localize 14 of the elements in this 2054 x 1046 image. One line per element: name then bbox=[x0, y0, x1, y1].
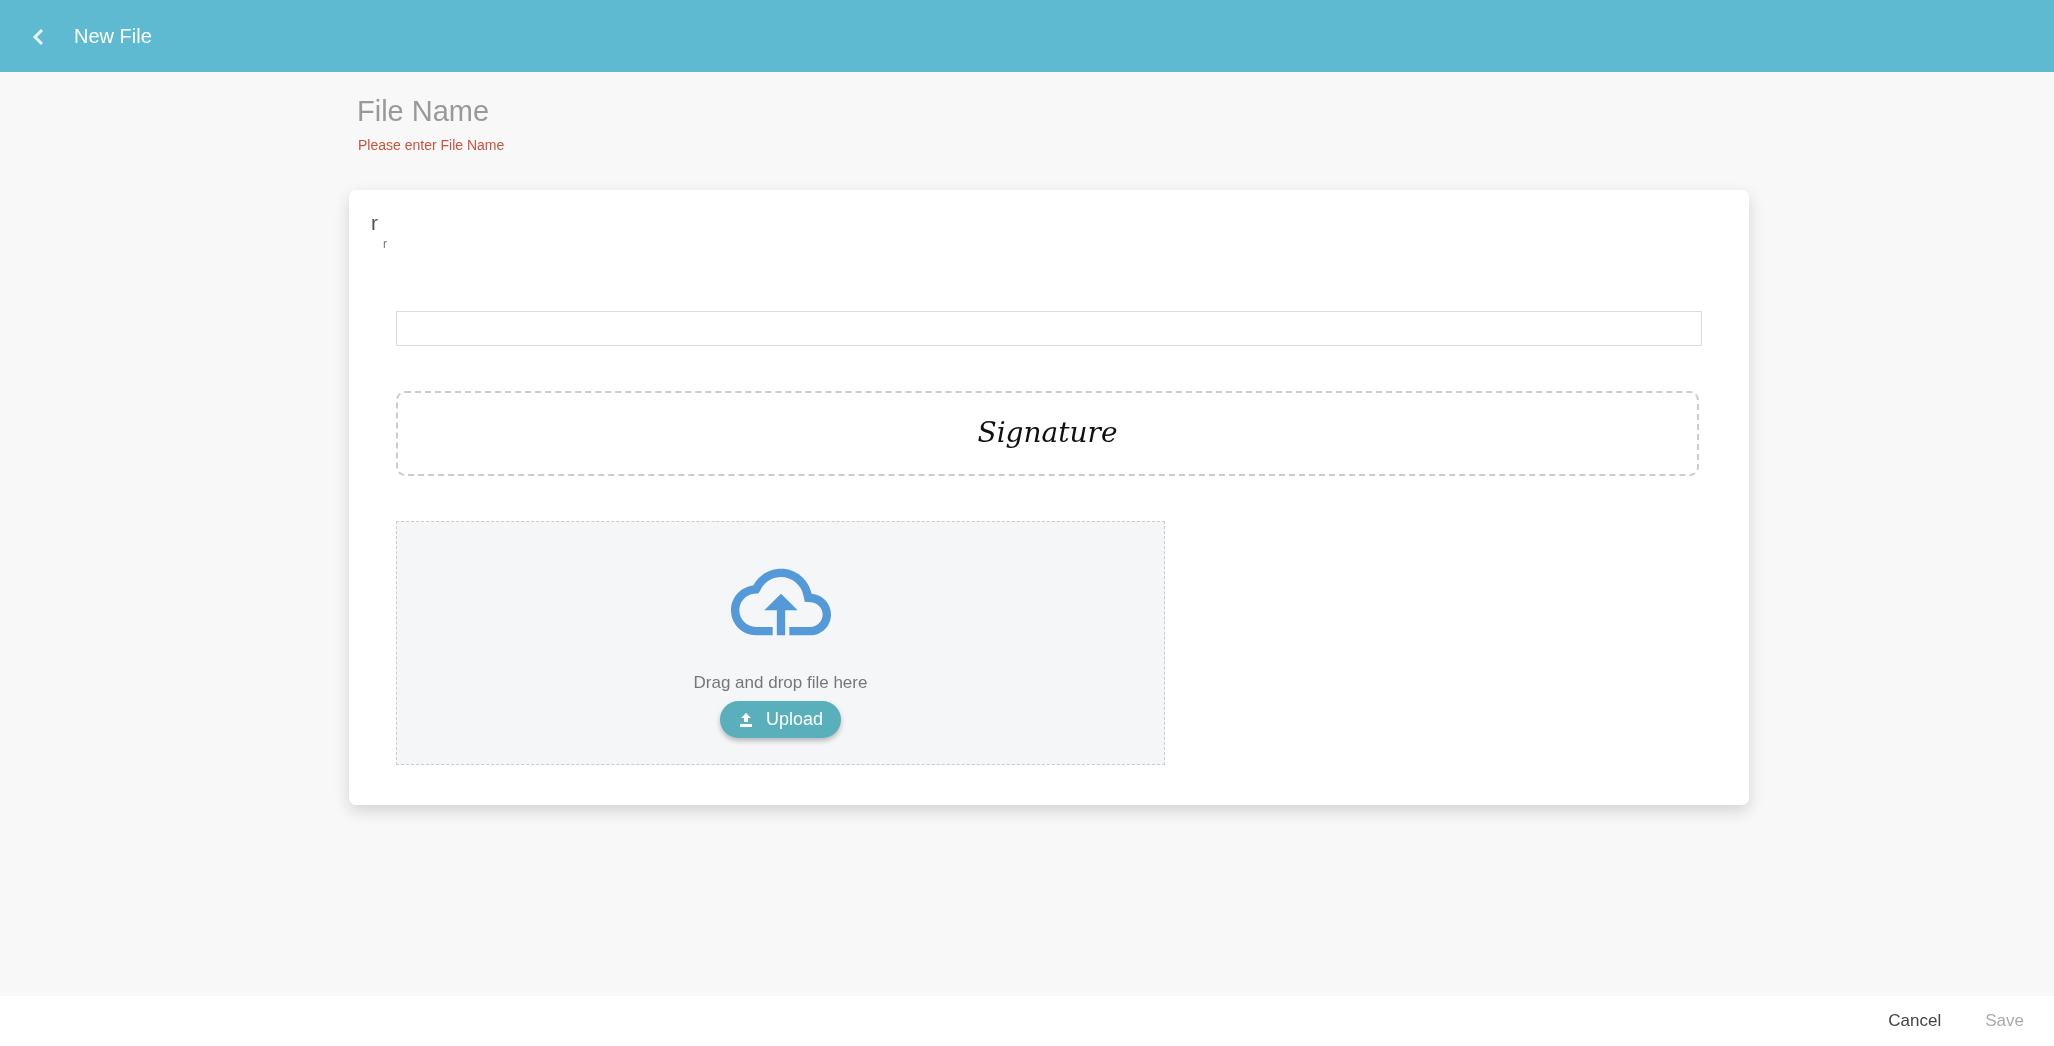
card-title: r bbox=[371, 209, 379, 235]
signature-field[interactable]: Signature bbox=[396, 391, 1699, 476]
footer-button[interactable]: Cancel bbox=[1876, 1004, 1954, 1038]
upload-button[interactable]: Upload bbox=[719, 701, 841, 739]
back-icon bbox=[32, 27, 44, 46]
input-field[interactable] bbox=[396, 311, 1702, 346]
page-title: New File bbox=[74, 24, 152, 49]
drop-zone[interactable]: Drag and drop file here Upload bbox=[396, 521, 1165, 765]
field-label: File Name bbox=[357, 94, 491, 129]
signature-label: Signature bbox=[977, 415, 1118, 452]
upload-icon bbox=[737, 712, 754, 728]
error-message: Please enter File Name bbox=[358, 135, 506, 155]
drop-hint: Drag and drop file here bbox=[693, 672, 868, 694]
card-subtitle: r bbox=[383, 236, 388, 253]
